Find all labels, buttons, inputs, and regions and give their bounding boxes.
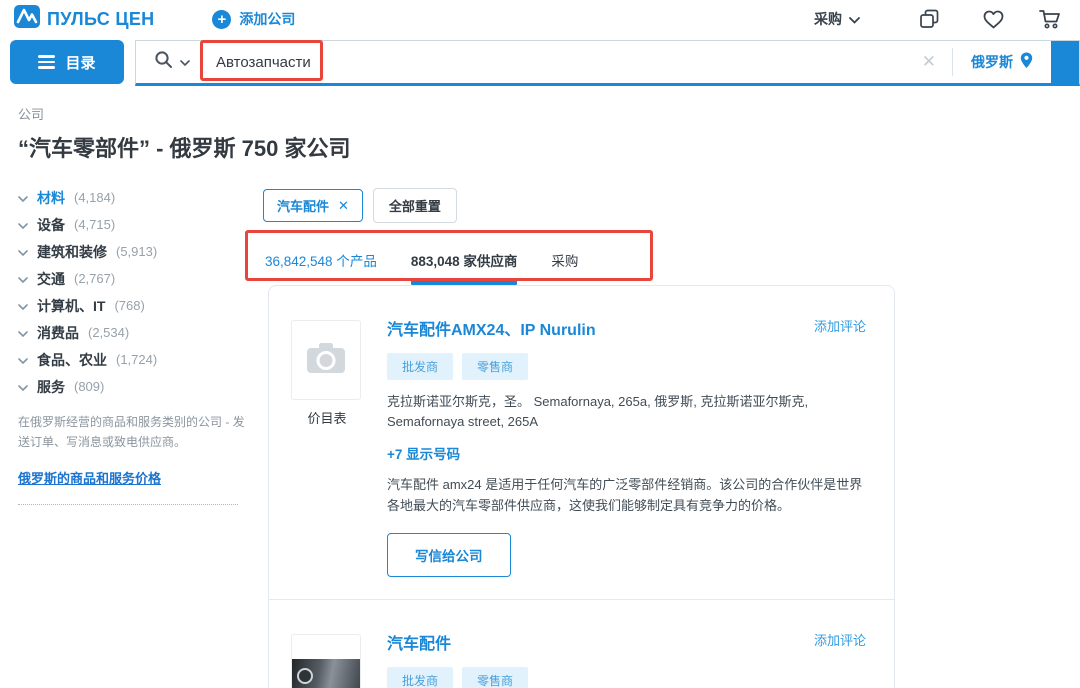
- show-phone-link[interactable]: +7 显示号码: [387, 443, 866, 463]
- add-review-link[interactable]: 添加评论: [814, 316, 866, 335]
- procurement-label: 采购: [814, 9, 842, 29]
- company-description: 汽车配件 amx24 是适用于任何汽车的广泛零部件经销商。该公司的合作伙伴是世界…: [387, 475, 866, 517]
- chevron-down-icon: [180, 53, 190, 71]
- logo-text: ПУЛЬС ЦЕН: [47, 9, 154, 30]
- price-list-link[interactable]: 价目表: [291, 408, 363, 427]
- company-address: 克拉斯诺亚尔斯克，圣。 Semafornaya, 265a, 俄罗斯, 克拉斯诺…: [387, 392, 866, 432]
- active-filters: 汽车配件 ✕ 全部重置: [263, 188, 903, 223]
- chevron-down-icon: [18, 243, 28, 261]
- reset-all-button[interactable]: 全部重置: [373, 188, 457, 223]
- chevron-down-icon: [18, 189, 28, 207]
- hamburger-icon: [38, 55, 55, 69]
- search-box: ✕ 俄罗斯: [135, 40, 1080, 86]
- search-bar: 目录 ✕ 俄罗斯: [0, 40, 1080, 87]
- region-label: 俄罗斯: [971, 52, 1013, 72]
- tab-products[interactable]: 36,842,548 个产品: [265, 250, 377, 285]
- write-to-company-button[interactable]: 写信给公司: [387, 533, 511, 577]
- company-photo-placeholder[interactable]: [291, 320, 361, 400]
- company-name[interactable]: 汽车配件: [387, 630, 451, 654]
- catalog-button[interactable]: 目录: [10, 40, 124, 84]
- site-logo[interactable]: ПУЛЬС ЦЕН: [14, 5, 154, 33]
- plus-circle-icon: +: [212, 10, 231, 29]
- sidebar-item-computers-it[interactable]: 计算机、IT (768): [18, 298, 252, 313]
- filter-chip-auto-parts[interactable]: 汽车配件 ✕: [263, 189, 363, 222]
- result-tabs: 36,842,548 个产品 883,048 家供应商 采购: [265, 250, 903, 285]
- company-photo[interactable]: [291, 634, 361, 688]
- company-badges: 批发商 零售商: [387, 667, 866, 688]
- divider: [18, 504, 238, 505]
- company-photo-image: [292, 659, 360, 688]
- sidebar-prices-link[interactable]: 俄罗斯的商品和服务价格: [18, 468, 161, 487]
- sidebar-note: 在俄罗斯经营的商品和服务类别的公司 - 发送订单、写消息或致电供应商。: [18, 413, 246, 453]
- search-type-selector[interactable]: [136, 50, 202, 74]
- company-badges: 批发商 零售商: [387, 353, 866, 380]
- tab-suppliers[interactable]: 883,048 家供应商: [411, 250, 518, 285]
- chevron-down-icon: [18, 324, 28, 342]
- category-sidebar: 材料 (4,184) 设备 (4,715) 建筑和装修 (5,913) 交通 (…: [18, 190, 252, 505]
- chevron-down-icon: [18, 216, 28, 234]
- chevron-down-icon: [18, 297, 28, 315]
- procurement-menu[interactable]: 采购: [814, 9, 860, 29]
- sidebar-item-food-agriculture[interactable]: 食品、农业 (1,724): [18, 352, 252, 367]
- compare-pages-icon[interactable]: [918, 8, 940, 30]
- top-bar: ПУЛЬС ЦЕН + 添加公司 采购: [0, 0, 1080, 38]
- search-icon: [154, 50, 173, 74]
- camera-icon: [306, 342, 346, 379]
- company-thumb-column: 价目表: [291, 630, 363, 688]
- cart-icon[interactable]: [1038, 8, 1062, 30]
- search-input[interactable]: [202, 54, 906, 71]
- chevron-down-icon: [18, 270, 28, 288]
- location-pin-icon: [1020, 52, 1033, 72]
- sidebar-item-transport[interactable]: 交通 (2,767): [18, 271, 252, 286]
- sidebar-item-equipment[interactable]: 设备 (4,715): [18, 217, 252, 232]
- clear-search-icon[interactable]: ✕: [906, 52, 952, 72]
- chevron-down-icon: [18, 351, 28, 369]
- catalog-button-label: 目录: [65, 52, 95, 73]
- add-review-link[interactable]: 添加评论: [814, 630, 866, 649]
- sidebar-item-construction[interactable]: 建筑和装修 (5,913): [18, 244, 252, 259]
- chevron-down-icon: [849, 11, 860, 27]
- logo-pulse-icon: [14, 5, 40, 33]
- add-company-label: 添加公司: [239, 9, 295, 29]
- results-area: 汽车配件 ✕ 全部重置 36,842,548 个产品 883,048 家供应商 …: [263, 188, 903, 688]
- sidebar-item-materials[interactable]: 材料 (4,184): [18, 190, 252, 205]
- company-card: 价目表 汽车配件 添加评论 批发商 零售商 十月镇村，呃。 121，奥斯特罗夫齐…: [269, 599, 894, 688]
- badge-retailer: 零售商: [462, 667, 528, 688]
- badge-wholesaler: 批发商: [387, 667, 453, 688]
- sidebar-item-services[interactable]: 服务 (809): [18, 379, 252, 394]
- company-name[interactable]: 汽车配件AMX24、IP Nurulin: [387, 316, 596, 340]
- heart-icon[interactable]: [982, 9, 1005, 30]
- search-submit-button[interactable]: [1051, 41, 1079, 83]
- company-list-card: 价目表 汽车配件AMX24、IP Nurulin 添加评论 批发商 零售商 克拉…: [268, 285, 895, 688]
- region-selector[interactable]: 俄罗斯: [953, 52, 1051, 72]
- sidebar-item-consumer-goods[interactable]: 消费品 (2,534): [18, 325, 252, 340]
- badge-wholesaler: 批发商: [387, 353, 453, 380]
- remove-filter-icon[interactable]: ✕: [338, 198, 349, 214]
- badge-retailer: 零售商: [462, 353, 528, 380]
- tab-procurement[interactable]: 采购: [551, 250, 578, 285]
- breadcrumb[interactable]: 公司: [18, 104, 44, 123]
- page-title: “汽车零部件” - 俄罗斯 750 家公司: [18, 131, 350, 163]
- add-company-button[interactable]: + 添加公司: [212, 9, 295, 29]
- chevron-down-icon: [18, 378, 28, 396]
- company-card: 价目表 汽车配件AMX24、IP Nurulin 添加评论 批发商 零售商 克拉…: [269, 286, 894, 599]
- active-tab-underline: [411, 280, 518, 285]
- company-thumb-column: 价目表: [291, 316, 363, 577]
